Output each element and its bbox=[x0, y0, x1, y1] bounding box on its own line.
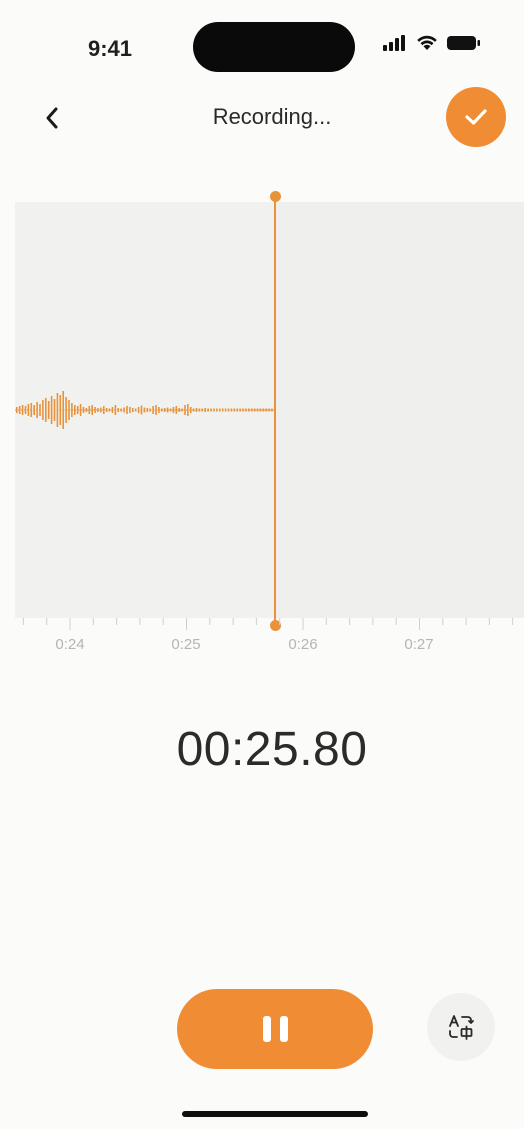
waveform bbox=[15, 391, 275, 429]
elapsed-timer: 00:25.80 bbox=[176, 723, 368, 776]
dynamic-island bbox=[193, 22, 355, 72]
waveform-bar bbox=[172, 407, 175, 413]
waveform-bar bbox=[262, 408, 265, 412]
waveform-bar bbox=[88, 406, 91, 414]
status-icons bbox=[383, 34, 481, 51]
pause-button[interactable] bbox=[177, 989, 373, 1069]
home-indicator bbox=[182, 1111, 368, 1117]
waveform-bar bbox=[259, 408, 262, 412]
tick-label: 0:27 bbox=[404, 636, 434, 653]
battery-icon bbox=[447, 35, 480, 50]
waveform-panel[interactable] bbox=[15, 202, 524, 618]
time-axis-ticks bbox=[22, 618, 514, 630]
tick-label: 0:25 bbox=[171, 636, 201, 653]
pause-icon bbox=[262, 1016, 288, 1042]
done-button[interactable] bbox=[446, 87, 506, 147]
waveform-bar bbox=[85, 408, 88, 412]
waveform-bar bbox=[181, 408, 183, 412]
tick-label: 0:24 bbox=[55, 636, 85, 653]
status-time: 9:41 bbox=[88, 36, 133, 61]
wifi-icon bbox=[417, 35, 437, 50]
waveform-bar bbox=[268, 408, 270, 412]
translate-icon bbox=[449, 1015, 474, 1040]
translate-button[interactable] bbox=[427, 993, 495, 1061]
waveform-bar bbox=[178, 408, 180, 412]
signal-icon bbox=[383, 34, 405, 51]
waveform-bar bbox=[91, 405, 93, 415]
tick-label: 0:26 bbox=[288, 636, 318, 653]
playhead[interactable] bbox=[274, 196, 276, 626]
check-icon bbox=[465, 109, 487, 125]
waveform-bar bbox=[94, 407, 96, 413]
waveform-bar bbox=[175, 406, 178, 414]
playhead-top-handle[interactable] bbox=[269, 191, 281, 202]
waveform-bar bbox=[265, 408, 267, 412]
